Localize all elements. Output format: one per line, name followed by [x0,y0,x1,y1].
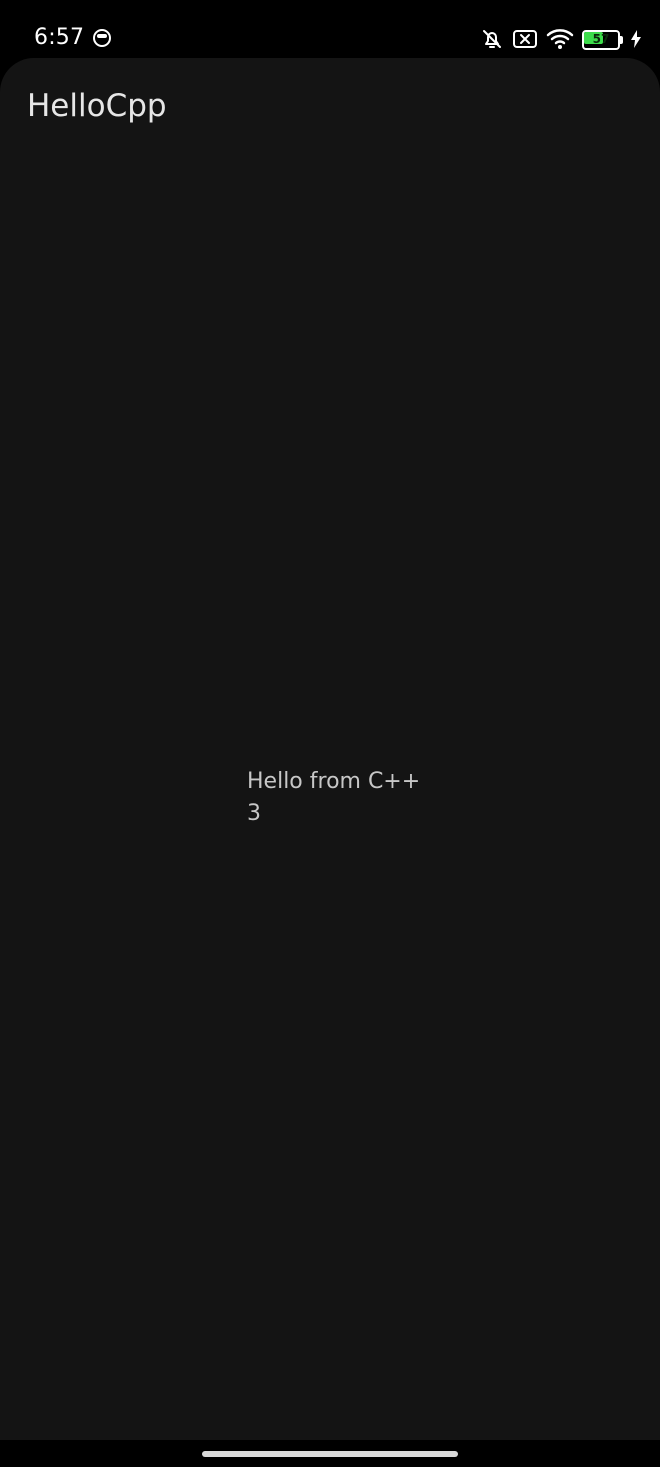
charging-bolt-icon [630,29,642,49]
battery-percent: 57 [592,32,610,46]
content-text: Hello from C++ 3 [247,766,420,830]
navigation-bar [0,1440,660,1467]
app-title: HelloCpp [27,88,167,124]
app-notification-icon [92,28,112,48]
home-indicator[interactable] [202,1451,458,1457]
app-window: HelloCpp Hello from C++ 3 [0,58,660,1440]
battery-icon: 57 [582,30,623,50]
sim-blocked-icon [512,27,538,51]
status-icons: 57 [480,26,642,52]
wifi-icon [546,27,574,51]
status-time: 6:57 [34,25,85,50]
status-bar: 6:57 57 [0,0,660,60]
hello-text: Hello from C++ [247,769,421,794]
count-text: 3 [247,801,261,826]
bell-off-icon [480,27,504,51]
